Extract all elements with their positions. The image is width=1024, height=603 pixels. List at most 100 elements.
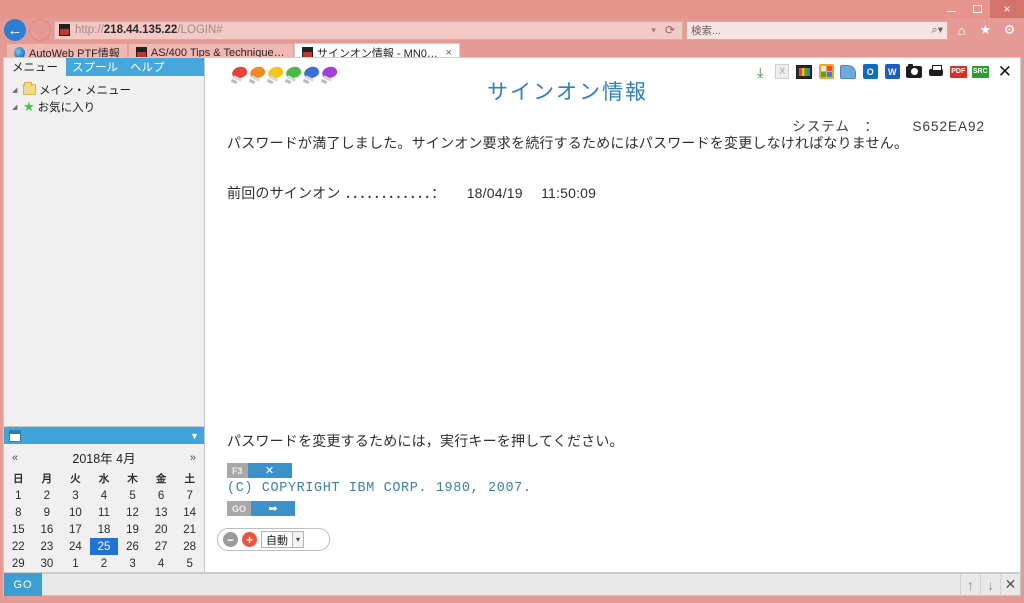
calendar-day-cell[interactable]: 6	[147, 487, 176, 504]
calendar-next-button[interactable]: »	[190, 452, 196, 464]
calendar-day-cell[interactable]: 16	[33, 521, 62, 538]
zoom-level-select[interactable]: 自動 ▾	[261, 531, 305, 548]
search-input[interactable]: 検索... ⌕ ▾	[686, 20, 948, 40]
sidebar-tab-spool[interactable]: スプール	[66, 58, 124, 76]
calendar-day-cell[interactable]: 11	[90, 504, 119, 521]
navigation-bar: ← → http://218.44.135.22/LOGIN# ▾ ⟳ 検索..…	[0, 18, 1024, 42]
calendar-day-cell[interactable]: 3	[118, 555, 147, 572]
arrow-right-icon: ➡	[251, 501, 296, 516]
calendar-day-cell[interactable]: 14	[175, 504, 204, 521]
favorites-star-icon[interactable]: ★	[975, 20, 996, 41]
change-password-instruction: パスワードを変更するためには，実行キーを押してください。	[227, 433, 624, 449]
f3-key-label: F3	[227, 463, 248, 478]
zoom-level-value: 自動	[266, 534, 288, 547]
sidebar-tab-menu[interactable]: メニュー	[4, 58, 66, 76]
calendar-title: 2018年 4月	[72, 452, 136, 466]
calendar-day-cell[interactable]: 22	[4, 538, 33, 555]
calendar-day-cell[interactable]: 8	[4, 504, 33, 521]
calendar-day-cell[interactable]: 29	[4, 555, 33, 572]
calendar-weekday-row: 日 月 火 水 木 金 土	[4, 470, 204, 487]
status-bar: GO ↑ ↓ ✕	[3, 573, 1021, 596]
calendar-icon	[9, 429, 21, 442]
go-key-label: GO	[227, 501, 252, 516]
sidebar-item-favorites[interactable]: ◢ ★ お気に入り	[8, 98, 204, 115]
calendar-day-cell[interactable]: 5	[175, 555, 204, 572]
calendar-day-cell[interactable]: 12	[118, 504, 147, 521]
calendar-day-cell[interactable]: 7	[175, 487, 204, 504]
go-enter-button[interactable]: GO ➡	[227, 501, 296, 516]
calendar-day-cell[interactable]: 18	[90, 521, 119, 538]
calendar-day-cell[interactable]: 21	[175, 521, 204, 538]
calendar-day-cell[interactable]: 13	[147, 504, 176, 521]
close-icon: ×	[1003, 2, 1011, 16]
calendar-prev-button[interactable]: «	[12, 452, 18, 464]
close-window-button[interactable]: ×	[990, 0, 1024, 18]
forward-button[interactable]: →	[29, 19, 51, 41]
weekday-wed: 水	[98, 473, 110, 485]
sidebar-item-main-menu[interactable]: ◢ メイン・メニュー	[8, 81, 204, 98]
address-dropdown-icon[interactable]: ▾	[647, 25, 660, 36]
sidebar: メニュー スプール ヘルプ ◢ メイン・メニュー ◢ ★ お気に入り ▼ « 2…	[4, 58, 205, 572]
calendar-day-cell[interactable]: 4	[90, 487, 119, 504]
reload-icon[interactable]: ⟳	[665, 23, 678, 37]
close-session-icon[interactable]: ✕	[1000, 573, 1020, 596]
calendar-day-cell[interactable]: 25	[89, 538, 119, 555]
maximize-button[interactable]	[964, 0, 990, 18]
calendar-week-row: 29 30 1 2 3 4 5	[4, 555, 204, 572]
zoom-in-button[interactable]: +	[242, 532, 257, 547]
sidebar-item-label: お気に入り	[37, 101, 96, 114]
scroll-up-icon[interactable]: ↑	[960, 573, 980, 596]
calendar-day-cell[interactable]: 27	[147, 538, 176, 555]
home-icon[interactable]: ⌂	[951, 20, 972, 41]
calendar-day-cell[interactable]: 2	[90, 555, 119, 572]
terminal-document: ⤓ O W PDF SRC ✕ サインオン情報 システム ： S652EA92	[205, 58, 1020, 572]
calendar-day-cell[interactable]: 9	[33, 504, 62, 521]
address-bar-url: http://218.44.135.22/LOGIN#	[75, 24, 223, 36]
minimize-button[interactable]	[938, 0, 964, 18]
calendar-day-cell[interactable]: 2	[33, 487, 62, 504]
scroll-down-icon[interactable]: ↓	[980, 573, 1000, 596]
status-go-button[interactable]: GO	[4, 573, 42, 596]
calendar-day-cell[interactable]: 15	[4, 521, 33, 538]
calendar-day-cell[interactable]: 26	[118, 538, 147, 555]
calendar-day-cell[interactable]: 4	[147, 555, 176, 572]
zoom-out-button[interactable]: −	[223, 532, 238, 547]
folder-icon	[23, 82, 36, 95]
password-expired-message: パスワードが満了しました。サインオン要求を続行するためにはパスワードを変更しなけ…	[227, 135, 909, 151]
last-signon-message: 前回のサインオン ．．．．．．．．．．．．： 18/04/19 11:50:09	[227, 185, 597, 201]
calendar-day-cell[interactable]: 10	[61, 504, 90, 521]
calendar-day-cell[interactable]: 23	[33, 538, 62, 555]
system-info: システム ： S652EA92	[792, 115, 985, 135]
sidebar-tab-help[interactable]: ヘルプ	[124, 58, 171, 76]
weekday-sun: 日	[13, 473, 24, 485]
calendar-body: 1 2 3 4 5 6 7 8 9 10 11 12 13 14 15 16 17 18 19 20 21 22 23 24 2…	[4, 487, 204, 572]
calendar-day-cell[interactable]: 5	[118, 487, 147, 504]
page-content: メニュー スプール ヘルプ ◢ メイン・メニュー ◢ ★ お気に入り ▼ « 2…	[3, 57, 1021, 573]
calendar-day-cell[interactable]: 19	[118, 521, 147, 538]
back-button[interactable]: ←	[4, 19, 26, 41]
calendar-day-cell[interactable]: 28	[175, 538, 204, 555]
calendar-day-cell[interactable]: 3	[61, 487, 90, 504]
calendar-widget: ▼ « 2018年 4月 » 日 月 火 水 木 金 土 1 2 3 4 5 6…	[4, 426, 204, 572]
calendar-day-cell[interactable]: 24	[61, 538, 90, 555]
calendar-header[interactable]: ▼	[4, 427, 204, 444]
calendar-day-cell[interactable]: 17	[61, 521, 90, 538]
calendar-day-cell[interactable]: 30	[33, 555, 62, 572]
calendar-week-row: 15 16 17 18 19 20 21	[4, 521, 204, 538]
search-dropdown-icon[interactable]: ▾	[938, 24, 943, 36]
calendar-day-cell[interactable]: 20	[147, 521, 176, 538]
address-bar[interactable]: http://218.44.135.22/LOGIN# ▾ ⟳	[54, 20, 683, 40]
expander-icon[interactable]: ◢	[12, 86, 20, 94]
system-label: システム ：	[792, 119, 879, 134]
title-bar: ×	[0, 0, 1024, 18]
site-favicon-icon	[59, 24, 70, 36]
calendar-day-cell[interactable]: 1	[61, 555, 90, 572]
chevron-down-icon[interactable]: ▼	[190, 431, 199, 441]
calendar-day-cell[interactable]: 1	[4, 487, 33, 504]
f3-exit-button[interactable]: F3 ✕	[227, 463, 292, 478]
search-placeholder: 検索...	[691, 24, 721, 37]
page-title: サインオン情報	[487, 80, 648, 104]
weekday-mon: 月	[41, 473, 53, 485]
settings-gear-icon[interactable]: ⚙	[999, 20, 1020, 41]
expander-icon[interactable]: ◢	[12, 103, 20, 111]
